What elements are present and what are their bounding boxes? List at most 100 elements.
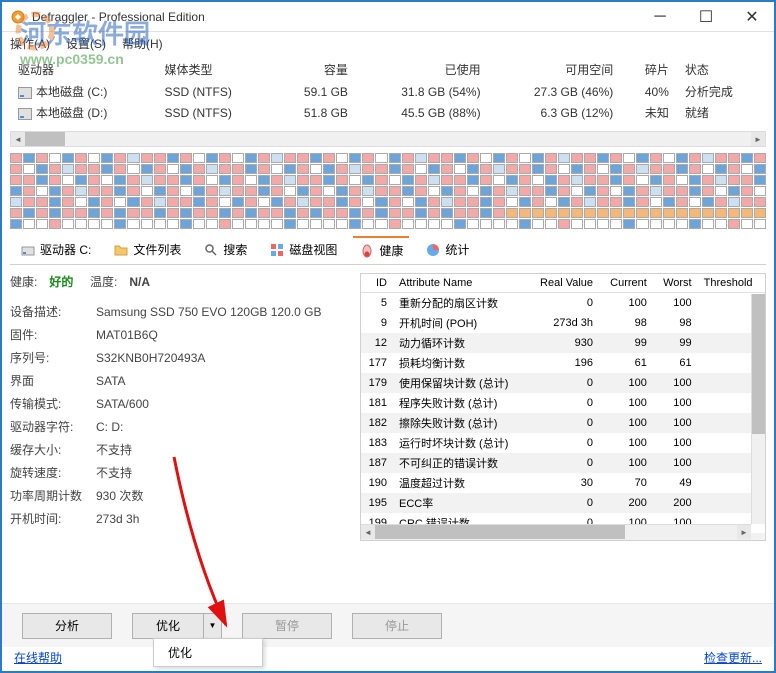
disk-block[interactable] bbox=[23, 208, 35, 218]
disk-block[interactable] bbox=[402, 219, 414, 229]
disk-block[interactable] bbox=[676, 175, 688, 185]
disk-block[interactable] bbox=[375, 153, 387, 163]
disk-block[interactable] bbox=[519, 164, 531, 174]
disk-block[interactable] bbox=[506, 208, 518, 218]
disk-block[interactable] bbox=[558, 208, 570, 218]
disk-block[interactable] bbox=[297, 186, 309, 196]
disk-block[interactable] bbox=[62, 164, 74, 174]
disk-block[interactable] bbox=[519, 153, 531, 163]
disk-block[interactable] bbox=[558, 153, 570, 163]
disk-block[interactable] bbox=[114, 219, 126, 229]
scroll-left-icon[interactable]: ◄ bbox=[361, 525, 375, 539]
col-used[interactable]: 已使用 bbox=[356, 58, 489, 81]
col-id[interactable]: ID bbox=[361, 274, 393, 293]
disk-block[interactable] bbox=[75, 164, 87, 174]
disk-block[interactable] bbox=[310, 153, 322, 163]
disk-block[interactable] bbox=[362, 208, 374, 218]
disk-block[interactable] bbox=[597, 208, 609, 218]
disk-block[interactable] bbox=[10, 219, 22, 229]
disk-block[interactable] bbox=[402, 186, 414, 196]
disk-block[interactable] bbox=[584, 219, 596, 229]
disk-block[interactable] bbox=[62, 208, 74, 218]
disk-block[interactable] bbox=[702, 164, 714, 174]
disk-block[interactable] bbox=[336, 186, 348, 196]
disk-block[interactable] bbox=[336, 219, 348, 229]
disk-block[interactable] bbox=[715, 175, 727, 185]
disk-block[interactable] bbox=[232, 219, 244, 229]
disk-block[interactable] bbox=[167, 164, 179, 174]
disk-block[interactable] bbox=[428, 164, 440, 174]
disk-block[interactable] bbox=[219, 175, 231, 185]
disk-block[interactable] bbox=[741, 219, 753, 229]
tab-files[interactable]: 文件列表 bbox=[107, 237, 187, 262]
disk-block[interactable] bbox=[206, 186, 218, 196]
disk-block[interactable] bbox=[75, 208, 87, 218]
disk-block[interactable] bbox=[754, 186, 766, 196]
disk-block[interactable] bbox=[610, 208, 622, 218]
disk-block[interactable] bbox=[219, 164, 231, 174]
chevron-down-icon[interactable]: ▼ bbox=[204, 613, 222, 639]
disk-block[interactable] bbox=[480, 219, 492, 229]
disk-block[interactable] bbox=[258, 164, 270, 174]
disk-block[interactable] bbox=[441, 164, 453, 174]
disk-block[interactable] bbox=[349, 164, 361, 174]
smart-row[interactable]: 187不可纠正的错误计数0100100 bbox=[361, 453, 765, 473]
disk-block[interactable] bbox=[493, 208, 505, 218]
disk-block[interactable] bbox=[454, 186, 466, 196]
disk-block[interactable] bbox=[154, 186, 166, 196]
disk-block[interactable] bbox=[389, 208, 401, 218]
menu-help[interactable]: 帮助(H) bbox=[122, 35, 163, 52]
optimize-button[interactable]: 优化 bbox=[132, 613, 204, 639]
disk-block[interactable] bbox=[349, 153, 361, 163]
disk-block[interactable] bbox=[101, 219, 113, 229]
disk-block[interactable] bbox=[232, 186, 244, 196]
disk-block[interactable] bbox=[741, 186, 753, 196]
disk-block[interactable] bbox=[454, 164, 466, 174]
disk-block[interactable] bbox=[571, 153, 583, 163]
disk-block[interactable] bbox=[441, 186, 453, 196]
disk-block[interactable] bbox=[375, 219, 387, 229]
disk-block[interactable] bbox=[101, 186, 113, 196]
disk-block[interactable] bbox=[362, 219, 374, 229]
disk-block[interactable] bbox=[219, 186, 231, 196]
disk-block[interactable] bbox=[519, 197, 531, 207]
disk-block[interactable] bbox=[702, 186, 714, 196]
disk-block[interactable] bbox=[676, 164, 688, 174]
disk-block[interactable] bbox=[62, 153, 74, 163]
disk-block[interactable] bbox=[23, 197, 35, 207]
disk-block[interactable] bbox=[49, 175, 61, 185]
disk-block[interactable] bbox=[650, 164, 662, 174]
disk-block[interactable] bbox=[193, 153, 205, 163]
disk-block[interactable] bbox=[741, 153, 753, 163]
disk-block[interactable] bbox=[310, 219, 322, 229]
minimize-button[interactable]: ─ bbox=[646, 7, 674, 27]
pause-button[interactable]: 暂停 bbox=[242, 613, 332, 639]
disk-block[interactable] bbox=[689, 164, 701, 174]
disk-block[interactable] bbox=[114, 208, 126, 218]
disk-block[interactable] bbox=[271, 153, 283, 163]
disk-block[interactable] bbox=[245, 175, 257, 185]
disk-block[interactable] bbox=[610, 175, 622, 185]
disk-block[interactable] bbox=[754, 197, 766, 207]
menu-action[interactable]: 操作(A) bbox=[10, 35, 50, 52]
disk-block[interactable] bbox=[428, 153, 440, 163]
disk-block[interactable] bbox=[415, 186, 427, 196]
disk-block[interactable] bbox=[389, 186, 401, 196]
disk-block[interactable] bbox=[467, 164, 479, 174]
disk-block[interactable] bbox=[506, 153, 518, 163]
smart-row[interactable]: 177损耗均衡计数1966161 bbox=[361, 353, 765, 373]
online-help-link[interactable]: 在线帮助 bbox=[14, 649, 62, 667]
disk-block[interactable] bbox=[62, 197, 74, 207]
disk-block[interactable] bbox=[101, 175, 113, 185]
disk-block[interactable] bbox=[454, 197, 466, 207]
disk-block[interactable] bbox=[571, 197, 583, 207]
disk-block[interactable] bbox=[271, 186, 283, 196]
disk-block[interactable] bbox=[597, 197, 609, 207]
disk-block[interactable] bbox=[610, 197, 622, 207]
disk-block[interactable] bbox=[206, 164, 218, 174]
disk-block[interactable] bbox=[689, 219, 701, 229]
disk-block[interactable] bbox=[715, 164, 727, 174]
disk-block[interactable] bbox=[206, 208, 218, 218]
disk-block[interactable] bbox=[101, 208, 113, 218]
disk-block[interactable] bbox=[88, 186, 100, 196]
